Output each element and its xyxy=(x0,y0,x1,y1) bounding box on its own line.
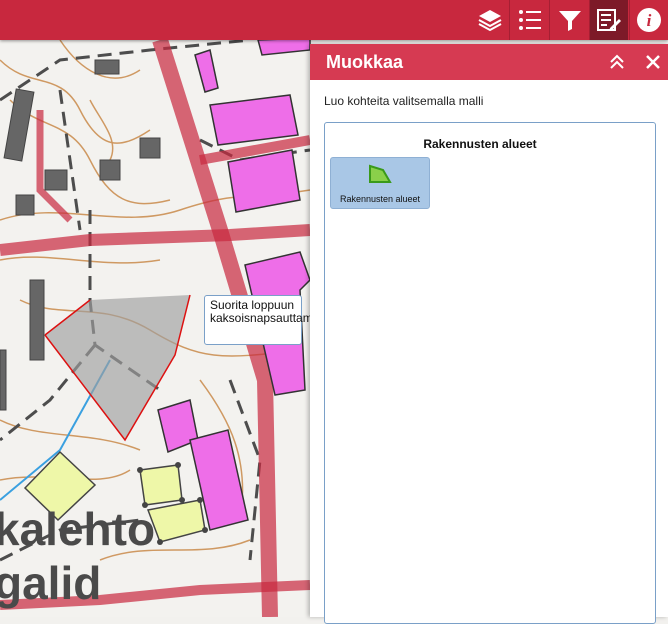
template-group-title: Rakennusten alueet xyxy=(423,137,537,151)
edit-panel: Muokkaa Luo kohteita valitsemalla malli … xyxy=(310,44,668,624)
info-button[interactable]: i xyxy=(630,0,668,40)
list-icon xyxy=(519,10,541,30)
close-icon[interactable] xyxy=(644,53,662,71)
svg-text:i: i xyxy=(647,11,652,30)
template-label: Rakennusten alueet xyxy=(339,194,421,204)
place-label: kalehto xyxy=(0,503,156,555)
toolbar-divider xyxy=(549,0,550,40)
edit-button[interactable] xyxy=(590,0,628,40)
panel-title: Muokkaa xyxy=(326,52,404,72)
filter-button[interactable] xyxy=(551,0,589,40)
collapse-icon[interactable] xyxy=(608,53,626,71)
template-group: Rakennusten alueet Rakennusten alueet xyxy=(324,122,656,624)
layers-button[interactable] xyxy=(471,0,509,40)
sketch-tooltip: Suorita loppuun kaksoisnapsauttamalla xyxy=(204,295,331,345)
template-button[interactable]: Rakennusten alueet xyxy=(330,157,430,209)
top-toolbar: i xyxy=(0,0,668,40)
info-icon: i xyxy=(637,8,661,32)
filter-icon xyxy=(559,11,581,31)
layers-icon xyxy=(478,10,502,32)
list-button[interactable] xyxy=(511,0,549,40)
place-label: galid xyxy=(0,557,102,609)
polygon-icon xyxy=(369,164,392,183)
edit-icon xyxy=(597,9,621,31)
panel-description: Luo kohteita valitsemalla malli xyxy=(324,94,484,108)
toolbar-divider xyxy=(509,0,510,40)
panel-header: Muokkaa xyxy=(310,44,668,80)
